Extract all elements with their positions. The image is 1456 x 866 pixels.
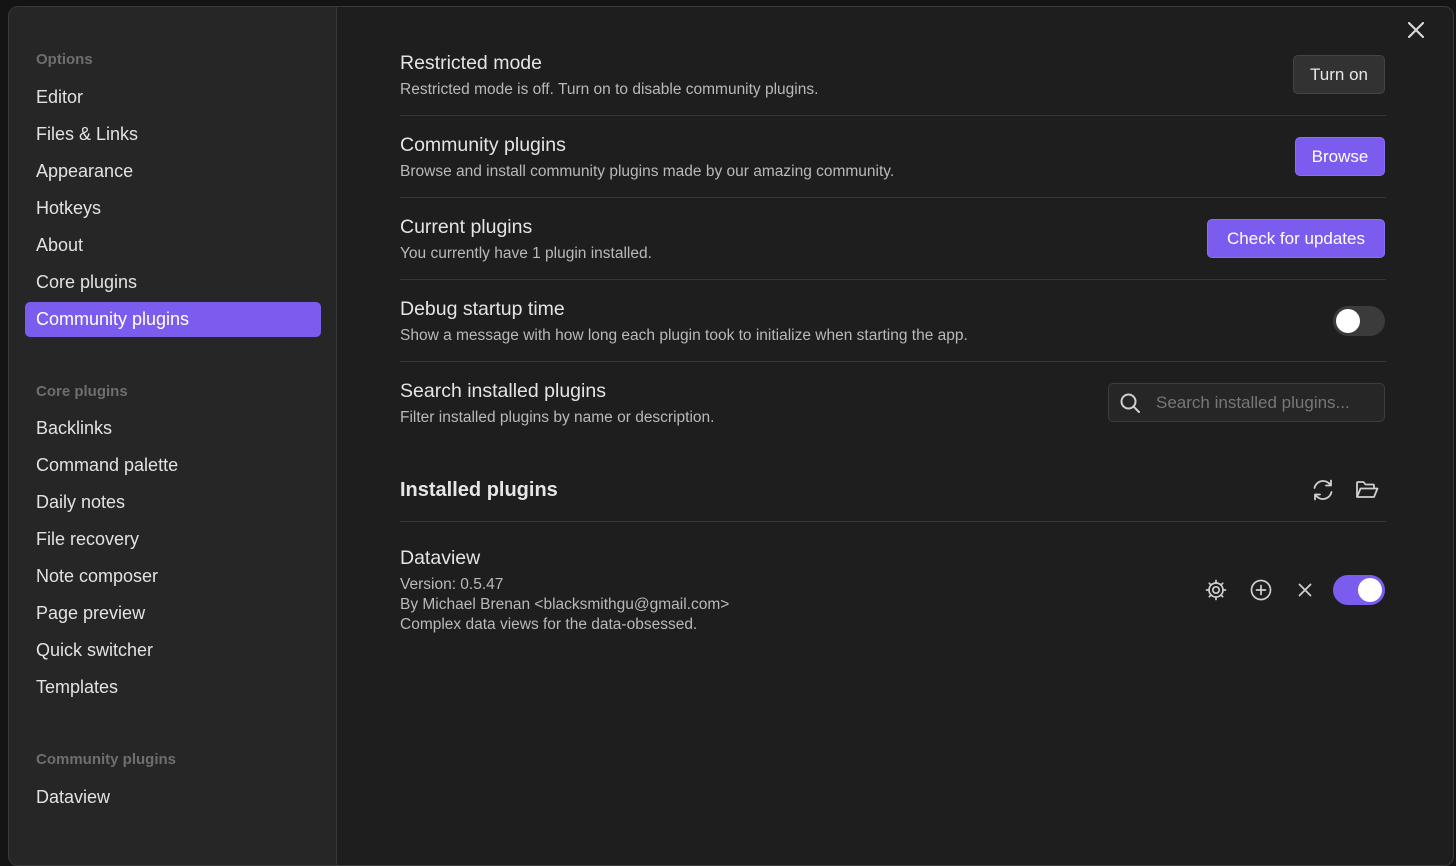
- search-installed-box[interactable]: [1108, 383, 1385, 422]
- sidebar-item-hotkeys[interactable]: Hotkeys: [25, 191, 321, 226]
- plugin-name: Dataview: [400, 547, 481, 569]
- sidebar-heading-community-plugins: Community plugins: [36, 751, 176, 768]
- sidebar-item-about[interactable]: About: [25, 228, 321, 263]
- setting-description: Restricted mode is off. Turn on to disab…: [400, 81, 819, 98]
- close-button[interactable]: [1403, 17, 1429, 43]
- settings-modal: Options Editor Files & Links Appearance …: [8, 6, 1454, 866]
- setting-description: Browse and install community plugins mad…: [400, 163, 895, 180]
- sidebar-item-quick-switcher[interactable]: Quick switcher: [25, 633, 321, 668]
- sidebar-item-file-recovery[interactable]: File recovery: [25, 522, 321, 557]
- sidebar-item-daily-notes[interactable]: Daily notes: [25, 485, 321, 520]
- divider: [400, 197, 1386, 198]
- plugin-description: Complex data views for the data-obsessed…: [400, 616, 698, 633]
- plugin-author: By Michael Brenan <blacksmithgu@gmail.co…: [400, 596, 730, 613]
- open-plugins-folder-button[interactable]: [1354, 477, 1380, 503]
- debug-startup-toggle[interactable]: [1333, 306, 1385, 336]
- toggle-knob: [1358, 578, 1382, 602]
- sidebar-item-appearance[interactable]: Appearance: [25, 154, 321, 189]
- search-icon: [1120, 393, 1140, 413]
- turn-on-restricted-button[interactable]: Turn on: [1293, 55, 1385, 94]
- sidebar-heading-core-plugins: Core plugins: [36, 383, 128, 400]
- folder-open-icon: [1356, 481, 1379, 498]
- setting-name: Current plugins: [400, 216, 533, 238]
- plugin-uninstall-button[interactable]: [1292, 577, 1318, 603]
- sidebar-item-community-plugins[interactable]: Community plugins: [25, 302, 321, 337]
- plus-circle-icon: [1250, 579, 1272, 601]
- divider: [400, 115, 1386, 116]
- reload-icon: [1313, 479, 1333, 501]
- setting-name: Restricted mode: [400, 52, 542, 74]
- sidebar-item-note-composer[interactable]: Note composer: [25, 559, 321, 594]
- setting-name: Community plugins: [400, 134, 566, 156]
- toggle-knob: [1336, 309, 1360, 333]
- sidebar-item-page-preview[interactable]: Page preview: [25, 596, 321, 631]
- sidebar-heading-options: Options: [36, 51, 93, 68]
- gear-icon: [1205, 579, 1227, 601]
- sidebar-item-backlinks[interactable]: Backlinks: [25, 411, 321, 446]
- divider: [400, 279, 1386, 280]
- reload-plugins-button[interactable]: [1310, 477, 1336, 503]
- search-installed-input[interactable]: [1156, 384, 1378, 421]
- sidebar-item-editor[interactable]: Editor: [25, 80, 321, 115]
- divider: [400, 361, 1386, 362]
- plugin-hotkeys-button[interactable]: [1248, 577, 1274, 603]
- divider: [400, 521, 1386, 522]
- setting-description: Show a message with how long each plugin…: [400, 327, 968, 344]
- setting-name: Debug startup time: [400, 298, 565, 320]
- close-icon: [1407, 21, 1425, 39]
- x-icon: [1298, 583, 1312, 597]
- plugin-version: Version: 0.5.47: [400, 576, 504, 593]
- sidebar-item-files-links[interactable]: Files & Links: [25, 117, 321, 152]
- settings-sidebar: Options Editor Files & Links Appearance …: [9, 7, 337, 865]
- setting-name: Search installed plugins: [400, 380, 606, 402]
- installed-plugins-title: Installed plugins: [400, 479, 558, 501]
- sidebar-item-templates[interactable]: Templates: [25, 670, 321, 705]
- plugin-enabled-toggle[interactable]: [1333, 575, 1385, 605]
- plugin-settings-button[interactable]: [1203, 577, 1229, 603]
- browse-button[interactable]: Browse: [1295, 137, 1385, 176]
- check-for-updates-button[interactable]: Check for updates: [1207, 219, 1385, 258]
- setting-description: Filter installed plugins by name or desc…: [400, 409, 715, 426]
- sidebar-item-core-plugins[interactable]: Core plugins: [25, 265, 321, 300]
- sidebar-item-dataview[interactable]: Dataview: [25, 780, 321, 815]
- sidebar-item-command-palette[interactable]: Command palette: [25, 448, 321, 483]
- setting-description: You currently have 1 plugin installed.: [400, 245, 652, 262]
